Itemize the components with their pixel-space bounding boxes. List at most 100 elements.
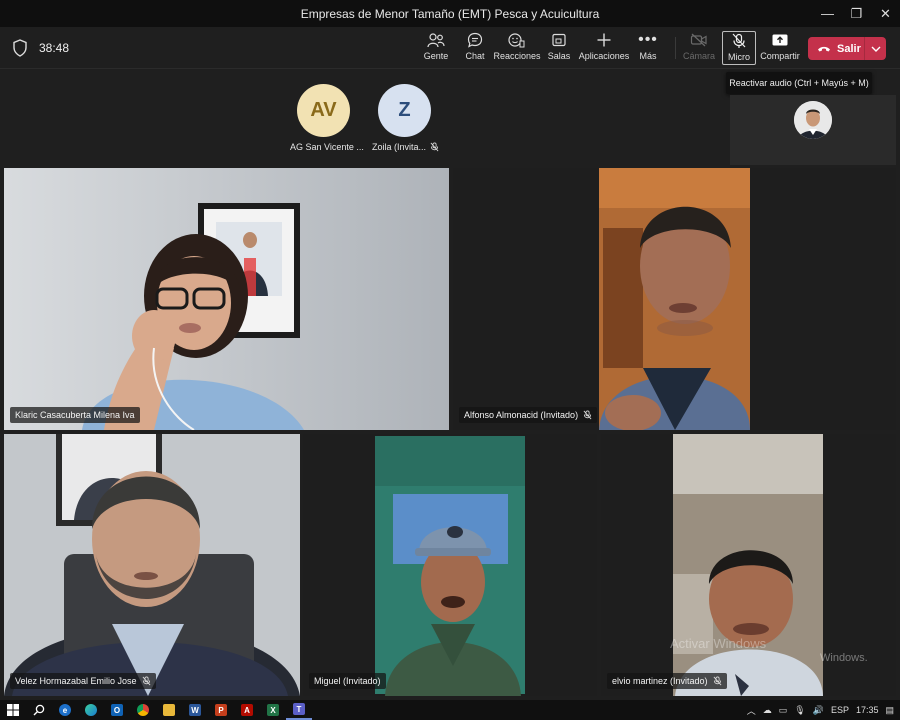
language-indicator[interactable]: ESP [831,705,849,715]
windows-start-icon[interactable] [0,700,26,720]
participant-name-text: elvio martinez (Invitado) [612,676,708,686]
search-icon[interactable] [26,700,52,720]
more-label: Más [639,51,657,61]
leave-main[interactable]: Salir [808,43,864,55]
mic-off-icon [430,142,439,152]
participant-label: elvio martinez (Invitado) [607,673,727,689]
people-icon [427,31,445,49]
participant-name-text: Alfonso Almonacid (Invitado) [464,410,579,420]
folder-icon[interactable] [156,700,182,720]
participant-name: Zoila (Invita... [372,142,439,152]
participant-label: Alfonso Almonacid (Invitado) [459,407,598,423]
mic-label: Micro [728,52,750,62]
chevron-down-icon [871,46,880,52]
notifications-icon[interactable]: ▤ [885,705,894,716]
rooms-label: Salas [547,51,571,61]
powerpoint-icon[interactable]: P [208,700,234,720]
edge-icon[interactable]: e [52,700,78,720]
system-tray: ︿ ☁ ▭ 🎙 🔊 ESP 17:35 ▤ [747,700,900,720]
participant-video [453,168,896,430]
avatar[interactable]: Z [378,84,431,137]
more-icon: ••• [638,31,658,48]
outlook-letter: O [111,704,123,716]
network-icon[interactable]: ▭ [779,705,788,716]
outlook-icon[interactable]: O [104,700,130,720]
window-controls: — ❐ ✕ [813,0,900,27]
meeting-timer: 38:48 [39,41,70,55]
shield-icon [13,39,27,57]
teams-icon[interactable]: T [286,700,312,720]
participant-label: Miguel (Invitado) [309,673,386,689]
participant-video [4,168,449,430]
participant-video [303,434,597,696]
volume-icon[interactable]: 🔊 [813,705,824,716]
microphone-icon[interactable]: 🎙 [794,705,805,716]
unmute-tooltip: Reactivar audio (Ctrl + Mayús + M) [726,72,872,94]
edge-new-shape [85,704,97,716]
participant-name-text: Zoila (Invita... [372,142,427,152]
toolbar-separator [675,37,676,59]
camera-button[interactable]: Cámara [683,31,716,65]
camera-off-icon [690,31,708,49]
chrome-icon[interactable] [130,700,156,720]
cloud-icon[interactable]: ☁ [763,705,772,716]
camera-label: Cámara [683,51,716,61]
share-label: Compartir [760,51,800,61]
mic-off-icon [713,676,721,686]
apps-button[interactable]: Aplicaciones [578,31,630,65]
people-label: Gente [423,51,449,61]
excel-letter: X [267,704,279,716]
powerpoint-letter: P [215,704,227,716]
reactions-icon [508,31,526,49]
edge-new-icon[interactable] [78,700,104,720]
participant-name-text: Klaric Casacuberta Milena Iva [15,410,135,420]
window-title: Empresas de Menor Tamaño (EMT) Pesca y A… [300,6,600,21]
word-icon[interactable]: W [182,700,208,720]
chat-icon [467,31,483,49]
maximize-icon[interactable]: ❐ [842,0,871,27]
taskbar: e O W P A X T ︿ ☁ ▭ 🎙 🔊 ESP 17:35 ▤ [0,700,900,720]
breakout-rooms-icon [551,31,567,49]
plus-icon [596,31,612,49]
rooms-button[interactable]: Salas [546,31,572,65]
apps-label: Aplicaciones [578,51,630,61]
close-icon[interactable]: ✕ [871,0,900,27]
video-tile[interactable]: Klaric Casacuberta Milena Iva [4,168,449,430]
chat-label: Chat [465,51,485,61]
participant-name-text: Miguel (Invitado) [314,676,381,686]
participant-label: Klaric Casacuberta Milena Iva [10,407,140,423]
avatar[interactable]: AV [297,84,350,137]
participant-label: Velez Hormazabal Emilio Jose [10,673,156,689]
mic-off-icon [732,32,746,50]
meeting-toolbar: 38:48 Gente Chat Reacciones Salas Aplica… [0,27,900,69]
more-button[interactable]: ••• Más [637,31,659,65]
window-title-bar: Empresas de Menor Tamaño (EMT) Pesca y A… [0,0,900,27]
self-view-video [794,101,832,139]
video-tile[interactable]: Velez Hormazabal Emilio Jose [4,434,300,696]
participant-name-text: AG San Vicente ... [290,142,364,152]
video-tile-active-speaker[interactable]: Miguel (Invitado) [303,434,597,696]
reactions-button[interactable]: Reacciones [493,31,541,65]
people-button[interactable]: Gente [421,31,451,65]
chat-button[interactable]: Chat [462,31,488,65]
share-button[interactable]: Compartir [760,31,800,65]
leave-button[interactable]: Salir [808,37,886,60]
word-letter: W [189,704,201,716]
minimize-icon[interactable]: — [813,0,842,27]
activation-watermark: Activar Windows [670,636,767,651]
edge-letter: e [59,704,71,716]
teams-letter: T [293,703,305,715]
participant-name-text: Velez Hormazabal Emilio Jose [15,676,137,686]
leave-options-button[interactable] [864,37,886,60]
mic-off-icon [583,410,592,420]
acrobat-icon[interactable]: A [234,700,260,720]
clock[interactable]: 17:35 [856,705,879,715]
participant-video [4,434,300,696]
video-tile[interactable]: Alfonso Almonacid (Invitado) [453,168,896,430]
excel-icon[interactable]: X [260,700,286,720]
folder-shape [163,704,175,716]
reactions-label: Reacciones [493,51,541,61]
self-view[interactable] [730,95,896,165]
mic-button[interactable]: Micro [722,31,756,65]
chevron-up-icon[interactable]: ︿ [747,704,756,717]
